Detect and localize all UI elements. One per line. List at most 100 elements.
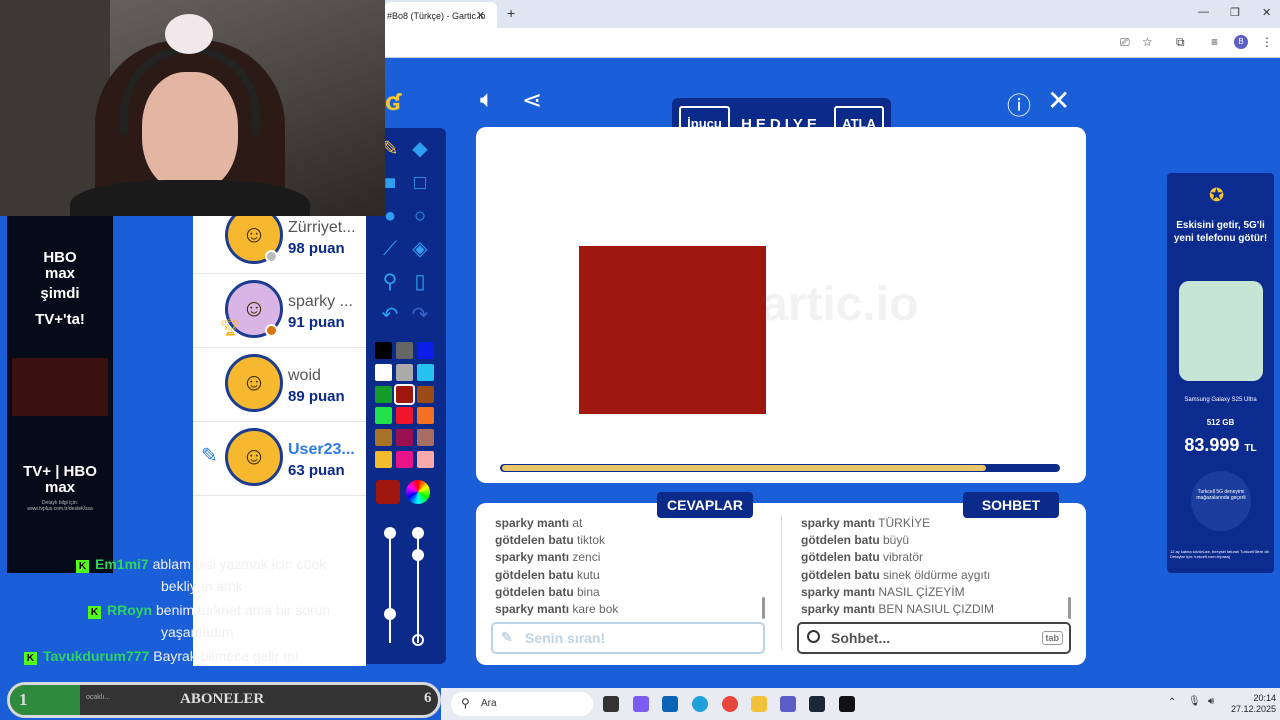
answer-input[interactable]: ✎ Senin sıran!: [491, 622, 765, 654]
system-clock[interactable]: 20:14 27.12.2025: [1231, 693, 1276, 715]
brush-size-knob[interactable]: [384, 608, 396, 620]
cast-icon[interactable]: ⎚: [1120, 35, 1130, 50]
ad-banner-left[interactable]: HBO max şimdi TV+'ta! TV+ | HBO max Deta…: [7, 216, 113, 573]
restore-icon[interactable]: ❐: [1230, 6, 1240, 19]
color-swatch[interactable]: [394, 383, 415, 405]
brush-size-slider[interactable]: [389, 533, 391, 643]
microphone-icon[interactable]: 🎙︎: [1188, 696, 1201, 707]
reading-list-icon[interactable]: ≡: [1211, 35, 1218, 49]
color-wheel-icon[interactable]: [406, 480, 430, 504]
ad-currency: TL: [1244, 443, 1257, 454]
color-swatch[interactable]: [417, 451, 434, 468]
chrome-icon[interactable]: [722, 696, 738, 712]
color-swatch[interactable]: [375, 363, 392, 381]
minimize-icon[interactable]: —: [1198, 6, 1209, 18]
color-swatch[interactable]: [417, 385, 434, 403]
answers-scrollbar[interactable]: [762, 597, 765, 619]
new-page-tool-icon[interactable]: ▯: [405, 267, 435, 297]
message-row: sparky mantı zenci: [495, 549, 618, 566]
status-dot: [265, 250, 278, 263]
ad-headline: Eskisini getir, 5G'li yeni telefonu götü…: [1173, 220, 1268, 244]
opacity-min-knob[interactable]: [412, 634, 424, 646]
address-bar[interactable]: ⎚ ☆ ⧉ ≡ B ⋮: [385, 28, 1280, 58]
message-user: götdelen batu: [801, 550, 880, 565]
browser-tabbar: #Bo8 (Türkçe) - Gartic.io ✕ + — ❐ ✕: [385, 0, 1280, 28]
bookmark-star-icon[interactable]: ☆: [1142, 35, 1153, 49]
copilot-icon[interactable]: [633, 696, 649, 712]
drawing-indicator-icon: ✎: [201, 445, 218, 467]
edge-icon[interactable]: [692, 696, 708, 712]
drawn-shape: [579, 246, 766, 414]
ad-price-value: 83.999: [1184, 435, 1240, 455]
color-swatch[interactable]: [396, 407, 413, 425]
window-close-icon[interactable]: ✕: [1262, 6, 1271, 19]
brush-size-max-knob[interactable]: [384, 527, 396, 539]
opacity-max-knob[interactable]: [412, 527, 424, 539]
player-row[interactable]: ✎ ☺ User23... 63 puan: [193, 422, 366, 496]
player-row[interactable]: ☺ 🏆︎ sparky ... 91 puan: [193, 274, 366, 348]
color-swatch[interactable]: [396, 363, 413, 381]
chat-list: sparky mantı TÜRKİYE götdelen batu büyü gö…: [801, 515, 994, 618]
teams-icon[interactable]: [780, 696, 796, 712]
turkcell-logo-icon: ✪: [1209, 185, 1225, 205]
line-tool-icon[interactable]: ⟋: [375, 234, 405, 264]
color-swatch[interactable]: [396, 342, 413, 359]
menu-icon[interactable]: ⋮: [1261, 35, 1273, 49]
ad-model: Samsung Galaxy S25 Ultra: [1184, 397, 1257, 403]
player-row[interactable]: ☺ woid 89 puan: [193, 348, 366, 422]
search-icon: ⚲: [461, 696, 470, 710]
answers-tab[interactable]: CEVAPLAR: [657, 492, 753, 518]
kick-app-icon[interactable]: [839, 696, 855, 712]
share-icon[interactable]: ⋖: [522, 86, 542, 115]
taskbar-search[interactable]: ⚲ Ara: [451, 692, 593, 716]
task-view-icon[interactable]: [603, 696, 619, 712]
sound-icon[interactable]: 🔈︎: [480, 86, 494, 114]
chat-placeholder: Sohbet...: [831, 630, 891, 646]
ad-price: 83.999 TL: [1167, 435, 1274, 456]
kick-badge-icon: K: [76, 560, 89, 573]
message-row: götdelen batu sinek öldürme aygıtı: [801, 567, 994, 584]
volume-icon[interactable]: 🔊︎: [1208, 696, 1214, 707]
message-row: götdelen batu bina: [495, 584, 618, 601]
message-row: sparky mantı at: [495, 515, 618, 532]
player-name: User23...: [288, 441, 355, 458]
profile-avatar[interactable]: B: [1234, 35, 1248, 49]
color-swatch[interactable]: [417, 363, 434, 381]
steam-icon[interactable]: [809, 696, 825, 712]
chat-input[interactable]: Sohbet... tab: [797, 622, 1071, 654]
color-swatch[interactable]: [417, 407, 434, 425]
new-tab-icon[interactable]: +: [507, 5, 515, 21]
color-swatch[interactable]: [396, 429, 413, 447]
color-swatch[interactable]: [375, 429, 392, 447]
eraser-tool-icon[interactable]: ◆: [405, 134, 435, 164]
fill-tool-icon[interactable]: ◈: [405, 234, 435, 264]
color-swatch[interactable]: [375, 451, 392, 468]
close-game-icon[interactable]: ✕: [1047, 84, 1070, 117]
opacity-knob[interactable]: [412, 549, 424, 561]
file-explorer-icon[interactable]: [751, 696, 767, 712]
tab-close-icon[interactable]: ✕: [476, 9, 485, 22]
chat-scrollbar[interactable]: [1068, 597, 1071, 619]
drawing-canvas[interactable]: artic.io: [476, 127, 1086, 483]
ad-banner-right[interactable]: ✪ Eskisini getir, 5G'li yeni telefonu gö…: [1167, 173, 1274, 573]
info-icon[interactable]: ⓘ: [1007, 86, 1031, 121]
color-swatch[interactable]: [375, 407, 392, 425]
extensions-icon[interactable]: ⧉: [1176, 35, 1185, 50]
color-swatch[interactable]: [375, 385, 392, 403]
color-swatch[interactable]: [417, 342, 434, 359]
eyedropper-tool-icon[interactable]: ⚲: [375, 267, 405, 297]
trophy-icon: 🏆︎: [220, 320, 241, 337]
color-swatch[interactable]: [375, 342, 392, 359]
color-swatch[interactable]: [417, 429, 434, 447]
subscriber-goal: 6: [424, 690, 432, 706]
redo-tool-icon[interactable]: ↷: [405, 300, 435, 330]
color-swatch[interactable]: [396, 451, 413, 468]
ellipse-tool-icon[interactable]: ○: [405, 201, 435, 231]
message-text: büyü: [879, 533, 910, 548]
undo-tool-icon[interactable]: ↶: [375, 300, 405, 330]
tray-chevron-icon[interactable]: ⌃: [1168, 697, 1176, 708]
outlook-icon[interactable]: [662, 696, 678, 712]
browser-tab[interactable]: #Bo8 (Türkçe) - Gartic.io ✕: [385, 2, 497, 28]
player-name: sparky ...: [288, 293, 353, 310]
rectangle-tool-icon[interactable]: □: [405, 168, 435, 198]
